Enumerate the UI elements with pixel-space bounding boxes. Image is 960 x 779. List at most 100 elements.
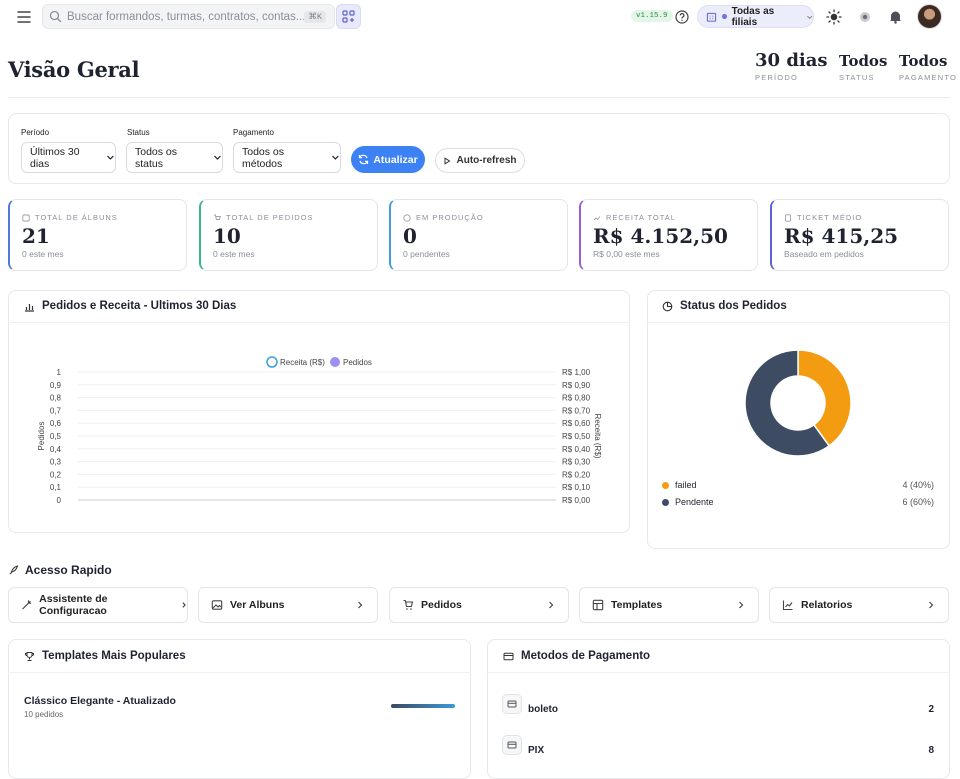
stat-sub: 0 este mes: [22, 249, 64, 259]
chevron-right-icon: [929, 601, 934, 609]
template-name: Clássico Elegante - Atualizado: [24, 695, 176, 707]
building-icon: [706, 12, 717, 22]
y-tick-label: 0,9: [50, 381, 62, 390]
legend-label: failed: [675, 480, 697, 490]
refresh-button[interactable]: Atualizar: [351, 146, 425, 173]
y2-tick-label: R$ 0,00: [562, 496, 591, 505]
status-donut-chart: [744, 349, 852, 457]
legend-item-pendente: Pendente: [662, 497, 714, 507]
stat-label: TOTAL DE PEDIDOS: [226, 213, 314, 222]
status-chart-title: Status dos Pedidos: [662, 300, 787, 312]
period-select[interactable]: Últimos 30 dias: [21, 142, 116, 173]
header-divider: [8, 97, 950, 98]
sun-icon[interactable]: [826, 9, 842, 25]
cart-icon: [403, 599, 414, 610]
y-tick-label: 0,4: [50, 445, 62, 454]
y2-axis-label: Receita (R$): [593, 414, 602, 459]
y2-tick-label: R$ 0,30: [562, 458, 591, 467]
quick-access-templates[interactable]: Templates: [579, 587, 759, 623]
payment-select[interactable]: Todos os métodos: [233, 142, 341, 173]
clock-icon: [403, 213, 411, 222]
search-shortcut: ⌘K: [304, 11, 326, 23]
legend-swatch-pedidos: [330, 357, 340, 367]
legend-swatch-receita: [266, 356, 278, 368]
y-tick-label: 0: [57, 496, 62, 505]
status-label: Status: [127, 128, 150, 137]
status-chart-title-text: Status dos Pedidos: [680, 300, 787, 312]
legend-swatch: [662, 481, 669, 489]
stat-value: 10: [213, 224, 241, 248]
payment-method-count: 2: [928, 704, 934, 715]
menu-icon[interactable]: [14, 8, 34, 26]
autorefresh-label: Auto-refresh: [456, 155, 517, 166]
y2-tick-label: R$ 0,50: [562, 432, 591, 441]
stat-sub: Baseado em pedidos: [784, 249, 864, 259]
payments-title-text: Metodos de Pagamento: [521, 650, 651, 662]
quick-access-orders[interactable]: Pedidos: [389, 587, 569, 623]
quick-access-label: Assistente de Configuracao: [39, 593, 108, 617]
magic-wand-icon: [22, 600, 32, 610]
header-stat-value: 30 dias: [755, 50, 828, 71]
branch-dot: [722, 14, 727, 19]
status-select[interactable]: Todos os status: [126, 142, 223, 173]
template-orders: 10 pedidos: [24, 710, 64, 719]
stat-card-production: EM PRODUÇÃO 0 0 pendentes: [389, 199, 568, 271]
autorefresh-button[interactable]: Auto-refresh: [435, 148, 525, 173]
album-icon: [22, 214, 30, 221]
help-icon[interactable]: [675, 10, 689, 24]
settings-icon[interactable]: [857, 9, 873, 25]
header-stat-label: Pagamento: [899, 73, 958, 82]
legend-swatch: [662, 498, 669, 506]
y-tick-label: 0,1: [50, 483, 62, 492]
chevron-right-icon: [739, 601, 744, 609]
header-stat-payment: Todos Pagamento: [899, 50, 957, 82]
quick-access-label: Ver Albuns: [230, 599, 285, 611]
chevron-down-icon: [806, 15, 812, 19]
stat-value: R$ 415,25: [784, 224, 899, 248]
orders-chart-title-text: Pedidos e Receita - Ultimos 30 Dias: [42, 300, 237, 312]
payment-method-count: 8: [928, 745, 934, 756]
version-badge: v1.15.9: [631, 10, 673, 22]
y2-tick-label: R$ 1,00: [562, 368, 591, 377]
chevron-down-icon: [214, 155, 221, 160]
quick-access-reports[interactable]: Relatorios: [769, 587, 949, 623]
stat-card-albums: TOTAL DE ÁLBUNS 21 0 este mes: [8, 199, 187, 271]
search-placeholder: Buscar formandos, turmas, contratos, con…: [67, 11, 306, 23]
bell-icon[interactable]: [888, 9, 903, 24]
chevron-down-icon: [107, 155, 114, 160]
branch-selector[interactable]: Todas as filiais: [697, 5, 814, 28]
y-axis-label: Pedidos: [37, 422, 46, 451]
y-tick-label: 0,5: [50, 432, 62, 441]
y2-tick-label: R$ 0,80: [562, 394, 591, 403]
quick-access-albums[interactable]: Ver Albuns: [198, 587, 378, 623]
payments-title: Metodos de Pagamento: [503, 650, 650, 662]
pie-chart-icon: [662, 301, 673, 311]
receipt-icon: [785, 213, 791, 222]
header-stat-label: Período: [755, 73, 798, 82]
apps-button[interactable]: [336, 4, 361, 29]
quick-access-title-text: Acesso Rapido: [25, 563, 112, 577]
templates-divider: [8, 672, 471, 673]
credit-card-icon: [503, 652, 514, 660]
orders-chart-title: Pedidos e Receita - Ultimos 30 Dias: [24, 300, 236, 312]
stat-sub: 0 pendentes: [403, 249, 450, 259]
payment-label: Pagamento: [233, 128, 274, 137]
stat-label: TOTAL DE ÁLBUNS: [35, 213, 118, 222]
avatar[interactable]: [917, 4, 942, 29]
payments-divider: [487, 672, 950, 673]
chevron-right-icon: [181, 602, 186, 608]
stat-value: R$ 4.152,50: [593, 224, 728, 248]
stat-card-ticket: TICKET MÉDIO R$ 415,25 Baseado em pedido…: [770, 199, 949, 271]
stat-card-orders: TOTAL DE PEDIDOS 10 0 este mes: [199, 199, 378, 271]
y2-tick-label: R$ 0,60: [562, 419, 591, 428]
y-tick-label: 1: [57, 368, 62, 377]
stat-label: TICKET MÉDIO: [797, 213, 863, 222]
chart-card-divider: [647, 322, 950, 323]
quick-access-setup-wizard[interactable]: Assistente de Configuracao: [8, 587, 188, 623]
period-label: Período: [21, 128, 50, 137]
stat-sub: R$ 0,00 este mes: [593, 249, 660, 259]
header-stat-period: 30 dias Período: [755, 50, 828, 82]
y-tick-label: 0,2: [50, 470, 62, 479]
branch-label: Todas as filiais: [731, 5, 775, 28]
search-input[interactable]: Buscar formandos, turmas, contratos, con…: [42, 4, 335, 29]
